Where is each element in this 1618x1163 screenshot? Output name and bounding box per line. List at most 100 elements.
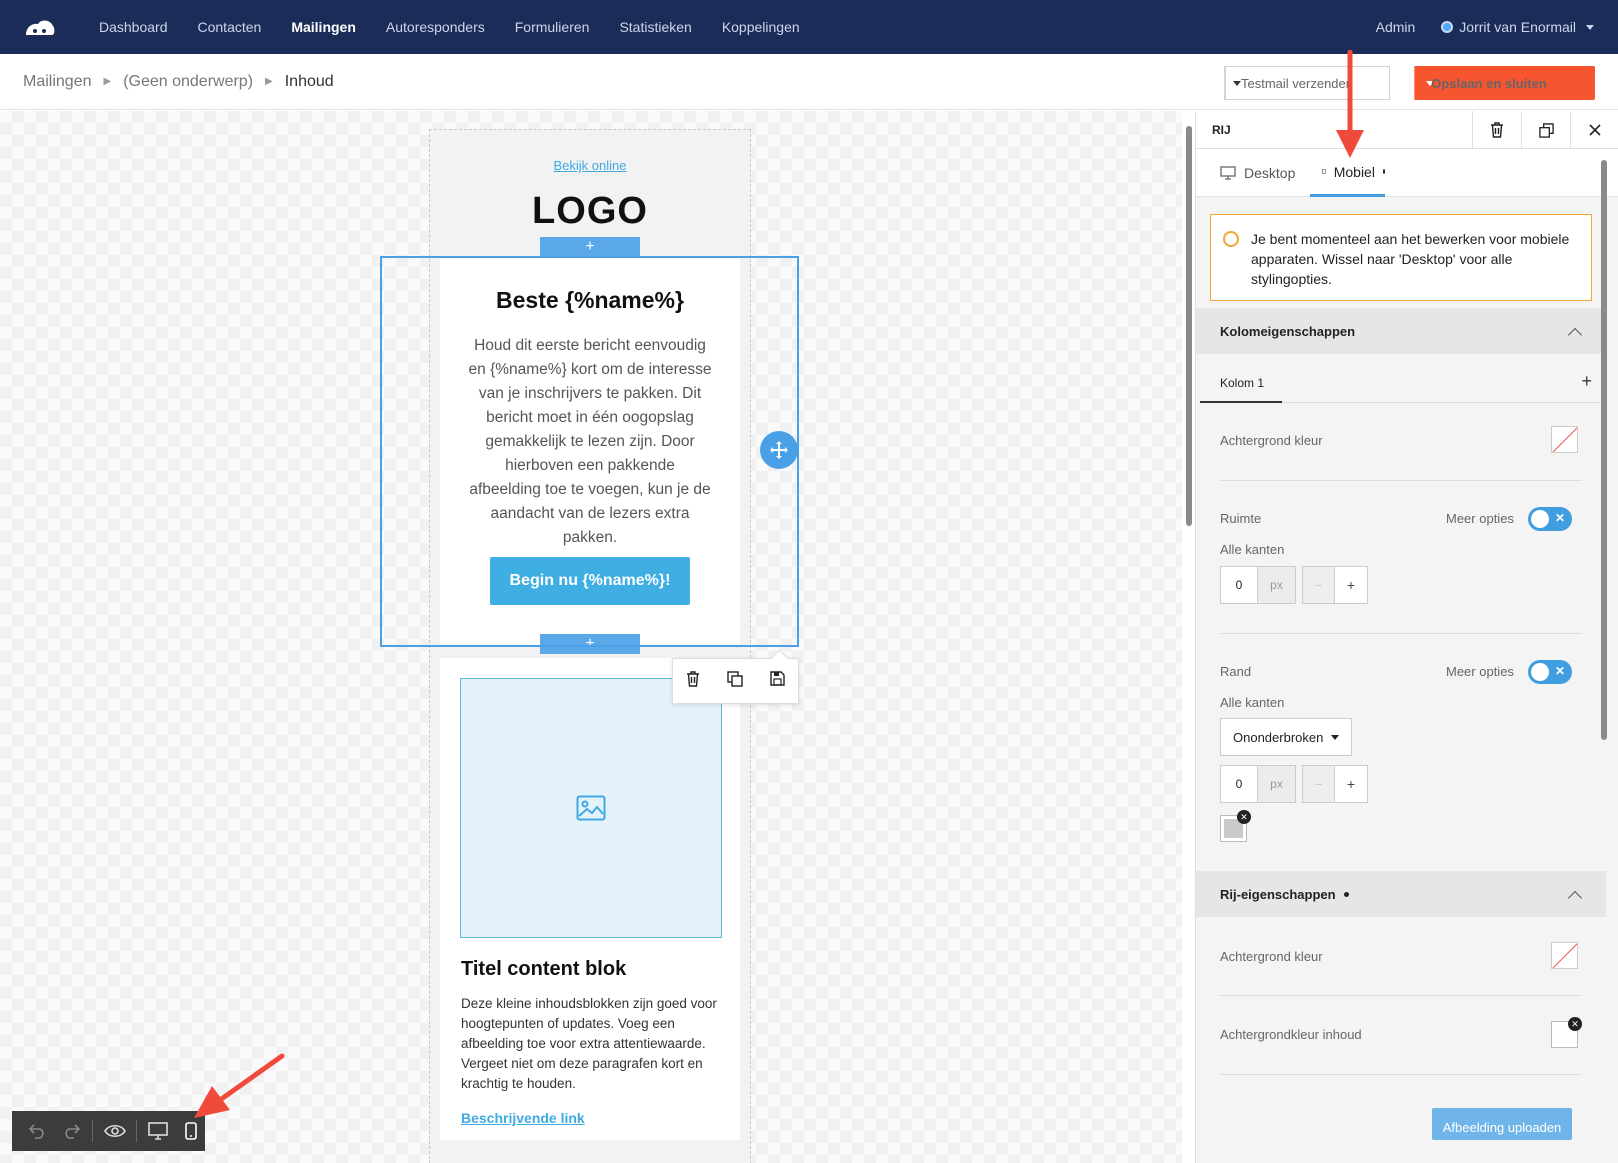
email-logo[interactable]: LOGO (430, 190, 750, 233)
save-and-close-button[interactable]: Opslaan en sluiten (1414, 66, 1595, 100)
border-style-select[interactable]: Ononderbroken (1220, 718, 1352, 756)
close-icon: ✕ (1554, 511, 1565, 525)
image-placeholder[interactable] (460, 678, 722, 938)
space-decrement-button[interactable]: − (1302, 566, 1335, 604)
close-icon[interactable] (1570, 111, 1618, 149)
divider (1220, 633, 1582, 634)
border-style-value: Ononderbroken (1233, 729, 1324, 745)
space-label: Ruimte (1220, 511, 1262, 526)
row-properties-title: Rij-eigenschappen (1220, 887, 1349, 902)
user-menu[interactable]: Jorrit van Enormail (1441, 19, 1594, 35)
close-icon: ✕ (1554, 664, 1565, 678)
preview-eye-icon[interactable] (100, 1116, 129, 1146)
device-tabs: Desktop Mobiel (1196, 149, 1618, 197)
nav-autoresponders[interactable]: Autoresponders (386, 19, 485, 35)
breadcrumb-mailingen[interactable]: Mailingen (23, 73, 91, 91)
tab-mobile[interactable]: Mobiel (1310, 149, 1385, 197)
nav-dashboard[interactable]: Dashboard (99, 19, 168, 35)
border-all-sides-label: Alle kanten (1220, 695, 1285, 710)
desktop-icon (1220, 166, 1236, 180)
clear-color-icon[interactable]: ✕ (1568, 1017, 1582, 1031)
canvas-scrollbar[interactable] (1186, 116, 1192, 1161)
breadcrumb-separator-icon: ▶ (103, 76, 112, 87)
nav-contacten[interactable]: Contacten (198, 19, 262, 35)
row-properties-header[interactable]: Rij-eigenschappen (1196, 871, 1606, 917)
user-name: Jorrit van Enormail (1459, 19, 1576, 35)
row-bg-color-label: Achtergrond kleur (1220, 949, 1323, 964)
testmail-button[interactable]: Testmail verzenden (1224, 66, 1390, 100)
border-width-input[interactable]: 0 (1220, 765, 1258, 803)
column-properties-header[interactable]: Kolomeigenschappen (1196, 308, 1606, 354)
properties-panel: RIJ Desktop Mobiel Je bent momenteel aan… (1195, 111, 1618, 1163)
row-bg-color-swatch[interactable] (1551, 942, 1578, 969)
nav-formulieren[interactable]: Formulieren (515, 19, 590, 35)
divider (1220, 995, 1582, 996)
selected-row-outline (380, 256, 799, 647)
content-block-text[interactable]: Deze kleine inhoudsblokken zijn goed voo… (461, 994, 723, 1094)
top-navigation: Dashboard Contacten Mailingen Autorespon… (0, 0, 1618, 54)
column-bg-color-swatch[interactable] (1551, 426, 1578, 453)
active-tab-underline (1200, 401, 1282, 403)
border-label: Rand (1220, 664, 1252, 679)
nav-mailingen[interactable]: Mailingen (291, 19, 356, 35)
mobile-icon (1322, 168, 1326, 175)
content-block-link[interactable]: Beschrijvende link (461, 1110, 585, 1126)
space-unit: px (1258, 566, 1296, 604)
power-icon (1441, 21, 1454, 33)
chevron-up-icon (1567, 890, 1583, 906)
move-row-icon[interactable] (760, 431, 798, 469)
toolbar-divider (92, 1120, 94, 1142)
chevron-up-icon (1567, 327, 1583, 343)
app-logo-icon[interactable] (24, 12, 70, 42)
space-increment-button[interactable]: + (1335, 566, 1368, 604)
content-block-title[interactable]: Titel content blok (461, 958, 626, 981)
nav-statistieken[interactable]: Statistieken (619, 19, 691, 35)
redo-icon[interactable] (57, 1116, 86, 1146)
canvas-scrollbar-thumb[interactable] (1186, 126, 1192, 526)
tab-mobile-label: Mobiel (1333, 163, 1375, 180)
mobile-warning-text: Je bent momenteel aan het bewerken voor … (1251, 231, 1570, 287)
tab-desktop-label: Desktop (1244, 165, 1296, 181)
breadcrumb: Mailingen ▶ (Geen onderwerp) ▶ Inhoud (23, 73, 334, 91)
breadcrumb-subject[interactable]: (Geen onderwerp) (123, 73, 253, 91)
space-more-options-label: Meer opties (1446, 511, 1514, 526)
delete-row-icon[interactable] (686, 670, 700, 692)
add-column-icon[interactable]: + (1581, 371, 1592, 392)
row-content-bg-label: Achtergrondkleur inhoud (1220, 1027, 1362, 1042)
space-more-options-toggle[interactable]: ✕ (1528, 507, 1572, 531)
testmail-label: Testmail verzenden (1241, 75, 1353, 91)
border-increment-button[interactable]: + (1335, 765, 1368, 803)
chevron-down-icon (1586, 24, 1594, 30)
space-input[interactable]: 0 (1220, 566, 1258, 604)
duplicate-row-icon[interactable] (727, 670, 743, 692)
view-online-link[interactable]: Bekijk online (430, 158, 750, 173)
email-row-content-block[interactable]: Titel content blok Deze kleine inhoudsbl… (440, 658, 740, 1140)
upload-image-button[interactable]: Afbeelding uploaden (1432, 1108, 1572, 1140)
border-decrement-button[interactable]: − (1302, 765, 1335, 803)
divider (1220, 480, 1582, 481)
breadcrumb-bar: Mailingen ▶ (Geen onderwerp) ▶ Inhoud Te… (0, 54, 1618, 110)
trash-icon[interactable] (1472, 111, 1521, 149)
mobile-view-icon[interactable] (176, 1116, 205, 1146)
undo-icon[interactable] (24, 1116, 53, 1146)
border-stepper: 0 px − + (1220, 765, 1368, 803)
duplicate-icon[interactable] (1521, 111, 1570, 149)
divider (1220, 1074, 1582, 1075)
nav-admin[interactable]: Admin (1376, 19, 1416, 35)
breadcrumb-current: Inhoud (284, 72, 334, 90)
row-properties-label: Rij-eigenschappen (1220, 886, 1336, 902)
save-row-icon[interactable] (769, 671, 785, 691)
panel-scrollbar[interactable] (1600, 150, 1608, 1155)
desktop-view-icon[interactable] (144, 1116, 173, 1146)
tab-desktop[interactable]: Desktop (1220, 149, 1295, 197)
tab-column-1[interactable]: Kolom 1 (1220, 376, 1264, 390)
nav-koppelingen[interactable]: Koppelingen (722, 19, 800, 35)
panel-scrollbar-thumb[interactable] (1601, 160, 1607, 740)
panel-header: RIJ (1196, 111, 1618, 149)
border-unit: px (1258, 765, 1296, 803)
clear-color-icon[interactable]: ✕ (1237, 810, 1251, 824)
border-more-options-toggle[interactable]: ✕ (1528, 660, 1572, 684)
add-row-button[interactable]: + (540, 237, 640, 257)
panel-title: RIJ (1212, 122, 1231, 137)
image-icon (576, 795, 606, 821)
